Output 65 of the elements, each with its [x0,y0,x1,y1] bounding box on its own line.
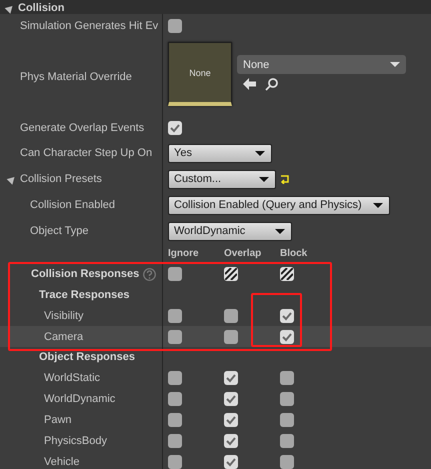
checkbox[interactable] [280,308,294,322]
column-header: Block [280,248,308,259]
group-label: Trace Responses [39,289,130,301]
checkbox[interactable] [224,412,238,426]
checkbox[interactable] [224,392,238,406]
checkmark-icon [170,123,180,133]
property-label: Phys Material Override [20,71,132,83]
checkbox[interactable] [168,392,182,406]
section-title: Collision [18,2,64,14]
property-label: Can Character Step Up On [20,147,152,159]
channel-label: Vehicle [44,456,80,468]
channel-label: WorldStatic [44,372,100,384]
checkbox[interactable] [168,330,182,344]
channel-label: Pawn [44,414,72,426]
dropdown[interactable]: Collision Enabled (Query and Physics) [168,196,390,214]
dropdown[interactable]: WorldDynamic [168,222,292,240]
group-label: Object Responses [39,351,135,363]
checkmark-icon [282,332,292,342]
arrow-left-icon[interactable] [243,78,257,90]
checkbox[interactable] [168,370,182,384]
help-icon[interactable] [143,268,156,280]
search-icon[interactable] [265,78,278,91]
checkbox[interactable] [280,434,294,448]
channel-label: Camera [44,330,84,342]
checkbox[interactable] [224,308,238,322]
checkbox[interactable] [224,370,238,384]
checkbox[interactable] [168,267,182,281]
property-label: Collision Responses [31,268,140,280]
property-label: Object Type [30,225,88,237]
reset-arrow-icon[interactable] [280,174,290,184]
checkbox[interactable] [168,454,182,468]
checkbox[interactable] [280,454,294,468]
checkbox[interactable] [168,308,182,322]
property-label: Collision Enabled [30,199,115,211]
checkbox[interactable] [224,454,238,468]
checkmark-icon [226,414,236,424]
checkmark-icon [226,394,236,404]
checkbox[interactable] [168,19,182,33]
property-label: Collision Presets [20,173,102,185]
checkmark-icon [282,310,292,320]
checkbox[interactable] [280,392,294,406]
channel-label: WorldDynamic [44,392,116,404]
dropdown[interactable]: Custom... [168,170,276,188]
checkbox[interactable] [224,434,238,448]
checkbox[interactable] [280,370,294,384]
property-label: Generate Overlap Events [20,122,144,134]
channel-label: PhysicsBody [44,434,107,446]
column-header: Overlap [224,248,262,259]
property-label: Simulation Generates Hit Ev [20,20,158,32]
checkmark-icon [226,436,236,446]
channel-label: Visibility [44,310,84,322]
checkbox[interactable] [168,121,182,135]
checkbox[interactable] [168,412,182,426]
checkbox[interactable] [280,267,294,281]
checkmark-icon [226,372,236,382]
column-header: Ignore [168,248,200,259]
asset-dropdown[interactable]: None [237,55,406,74]
material-thumbnail[interactable]: None [168,42,232,106]
checkbox[interactable] [224,330,238,344]
dropdown[interactable]: Yes [168,144,272,162]
checkbox[interactable] [280,412,294,426]
checkbox[interactable] [280,330,294,344]
checkbox[interactable] [168,434,182,448]
checkbox[interactable] [224,267,238,281]
checkmark-icon [226,456,236,466]
